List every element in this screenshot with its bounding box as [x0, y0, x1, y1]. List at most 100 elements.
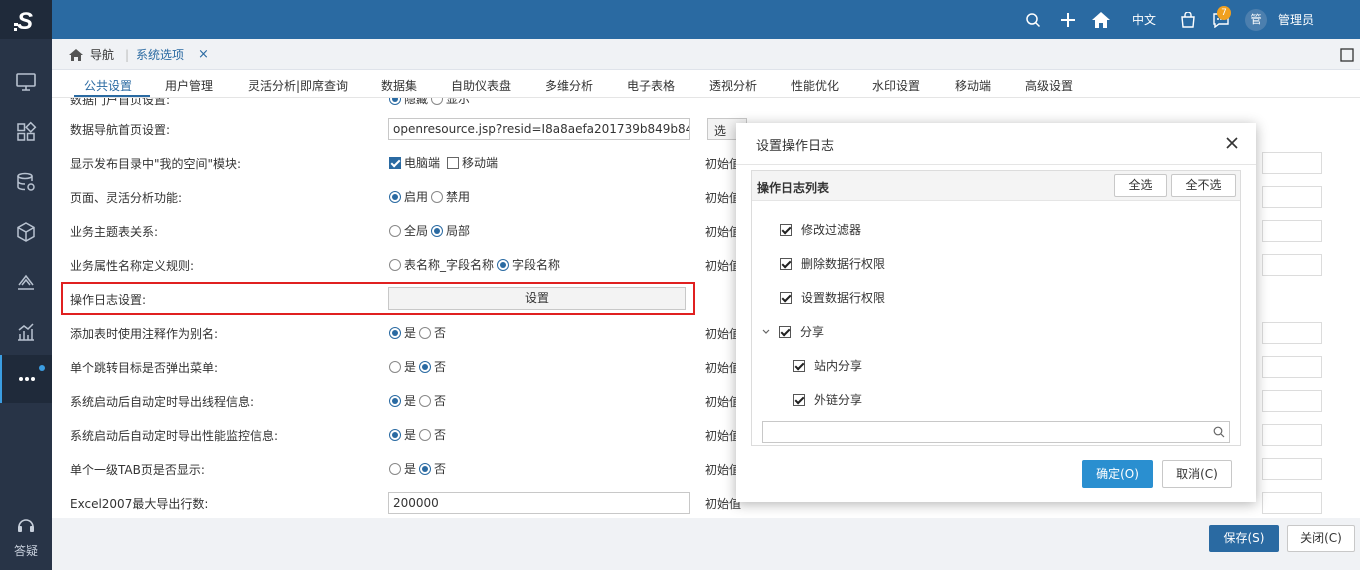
user-name[interactable]: 管理员 — [1278, 0, 1314, 39]
tree-checkbox[interactable] — [779, 325, 791, 338]
tab-pivot[interactable]: 透视分析 — [709, 77, 757, 94]
init-value-field[interactable] — [1262, 424, 1322, 446]
tab-spreadsheet[interactable]: 电子表格 — [627, 77, 675, 94]
row-control: 全局 局部 — [389, 222, 470, 239]
sidebar-help[interactable]: 答疑 — [0, 515, 52, 559]
init-value-field[interactable] — [1262, 186, 1322, 208]
radio-table-field[interactable] — [389, 258, 401, 271]
checkbox-mobile[interactable] — [447, 156, 460, 169]
nav-home-input[interactable]: openresource.jsp?resid=I8a8aefa201739b84… — [388, 118, 690, 140]
sidebar-item-database[interactable] — [0, 165, 52, 199]
checkbox-desktop[interactable] — [389, 156, 401, 169]
form-row: 系统启动后自动定时导出性能监控信息: 是 否 — [52, 418, 752, 452]
init-value-field[interactable] — [1262, 322, 1322, 344]
radio-no[interactable] — [419, 394, 432, 407]
init-value-field[interactable] — [1262, 220, 1322, 242]
option-label: 是 — [404, 394, 417, 408]
tree-checkbox[interactable] — [780, 257, 792, 270]
row-control: 是 否 — [389, 358, 446, 375]
radio-global[interactable] — [389, 224, 401, 237]
add-button[interactable] — [1060, 0, 1076, 39]
tree-item[interactable]: 设置数据行权限 — [780, 289, 885, 306]
sidebar-item-more[interactable] — [0, 355, 52, 403]
init-value-field[interactable] — [1262, 254, 1322, 276]
ok-button[interactable]: 确定(O) — [1082, 460, 1153, 488]
sidebar: S 答疑 — [0, 0, 52, 570]
crumb-separator: | — [125, 47, 130, 62]
cancel-button[interactable]: 取消(C) — [1162, 460, 1232, 488]
tab-watermark[interactable]: 水印设置 — [872, 77, 920, 94]
row-label: 业务属性名称定义规则: — [70, 259, 195, 273]
sidebar-item-monitor[interactable] — [0, 65, 52, 99]
tree-label: 设置数据行权限 — [801, 291, 886, 305]
tree-checkbox[interactable] — [780, 223, 792, 236]
sidebar-item-chart[interactable] — [0, 315, 52, 349]
app-root: S 答疑 中文 7 管 管理员 导航 | 系统选项 × 公共设置 用户管理 灵活… — [0, 0, 1360, 570]
init-value-field[interactable] — [1262, 458, 1322, 480]
tree-item[interactable]: 外链分享 — [793, 391, 862, 408]
tab-mobile[interactable]: 移动端 — [955, 77, 991, 94]
tab-multidim[interactable]: 多维分析 — [545, 77, 593, 94]
radio-enable[interactable] — [389, 190, 401, 203]
save-button[interactable]: 保存(S) — [1209, 525, 1279, 552]
init-value-field[interactable] — [1262, 390, 1322, 412]
logo[interactable]: S — [0, 0, 52, 39]
tab-close-icon[interactable]: × — [198, 39, 209, 70]
sidebar-item-layers[interactable] — [0, 265, 52, 299]
maximize-button[interactable] — [1340, 39, 1354, 70]
tree-item[interactable]: 分享 — [762, 323, 824, 340]
close-icon — [1226, 137, 1238, 149]
tab-public-settings[interactable]: 公共设置 — [84, 77, 132, 94]
close-button[interactable]: 关闭(C) — [1287, 525, 1355, 552]
select-none-button[interactable]: 全不选 — [1171, 174, 1236, 197]
row-label: 页面、灵活分析功能: — [70, 191, 183, 205]
radio-yes[interactable] — [389, 428, 401, 441]
tab-advanced[interactable]: 高级设置 — [1025, 77, 1073, 94]
radio-field[interactable] — [497, 258, 510, 271]
tab-dashboard[interactable]: 自助仪表盘 — [451, 77, 511, 94]
dialog-close-button[interactable] — [1224, 135, 1240, 151]
sidebar-item-apps[interactable] — [0, 115, 52, 149]
search-button[interactable] — [1025, 0, 1041, 39]
tree-search-input[interactable] — [762, 421, 1230, 443]
excel-max-rows-input[interactable]: 200000 — [388, 492, 690, 514]
tree-item[interactable]: 删除数据行权限 — [780, 255, 885, 272]
tree-item[interactable]: 修改过滤器 — [780, 221, 861, 238]
sidebar-item-cube[interactable] — [0, 215, 52, 249]
home-button[interactable] — [1091, 0, 1111, 39]
radio-yes[interactable] — [389, 360, 401, 373]
nav-home[interactable]: 导航 — [68, 39, 114, 70]
avatar[interactable]: 管 — [1245, 9, 1267, 31]
store-button[interactable] — [1180, 0, 1196, 39]
radio-disable[interactable] — [431, 190, 444, 203]
radio-no[interactable] — [419, 462, 432, 475]
tab-user-management[interactable]: 用户管理 — [165, 77, 213, 94]
init-value-field[interactable] — [1262, 152, 1322, 174]
radio-no[interactable] — [419, 326, 432, 339]
form-row: 单个跳转目标是否弹出菜单: 是 否 — [52, 350, 752, 384]
radio-no[interactable] — [419, 360, 432, 373]
tree-checkbox[interactable] — [780, 291, 792, 304]
radio-show[interactable] — [431, 98, 444, 105]
tree-checkbox[interactable] — [793, 393, 805, 406]
tree-item[interactable]: 站内分享 — [793, 357, 862, 374]
init-value-field[interactable] — [1262, 356, 1322, 378]
tab-dataset[interactable]: 数据集 — [381, 77, 417, 94]
tab-system-options[interactable]: 系统选项 — [136, 39, 184, 70]
language-switch[interactable]: 中文 — [1132, 0, 1156, 39]
radio-hide[interactable] — [389, 98, 401, 105]
radio-yes[interactable] — [389, 394, 401, 407]
tree-checkbox[interactable] — [793, 359, 805, 372]
init-value-field[interactable] — [1262, 492, 1322, 514]
chevron-down-icon[interactable] — [762, 328, 770, 336]
layers-icon — [18, 274, 34, 290]
option-label: 否 — [434, 326, 447, 340]
radio-yes[interactable] — [389, 326, 401, 339]
select-all-button[interactable]: 全选 — [1114, 174, 1167, 197]
radio-yes[interactable] — [389, 462, 401, 475]
radio-no[interactable] — [419, 428, 432, 441]
bar-chart-icon — [18, 323, 34, 341]
tab-performance[interactable]: 性能优化 — [791, 77, 839, 94]
tab-adhoc-query[interactable]: 灵活分析|即席查询 — [248, 77, 348, 94]
radio-local[interactable] — [431, 224, 444, 237]
